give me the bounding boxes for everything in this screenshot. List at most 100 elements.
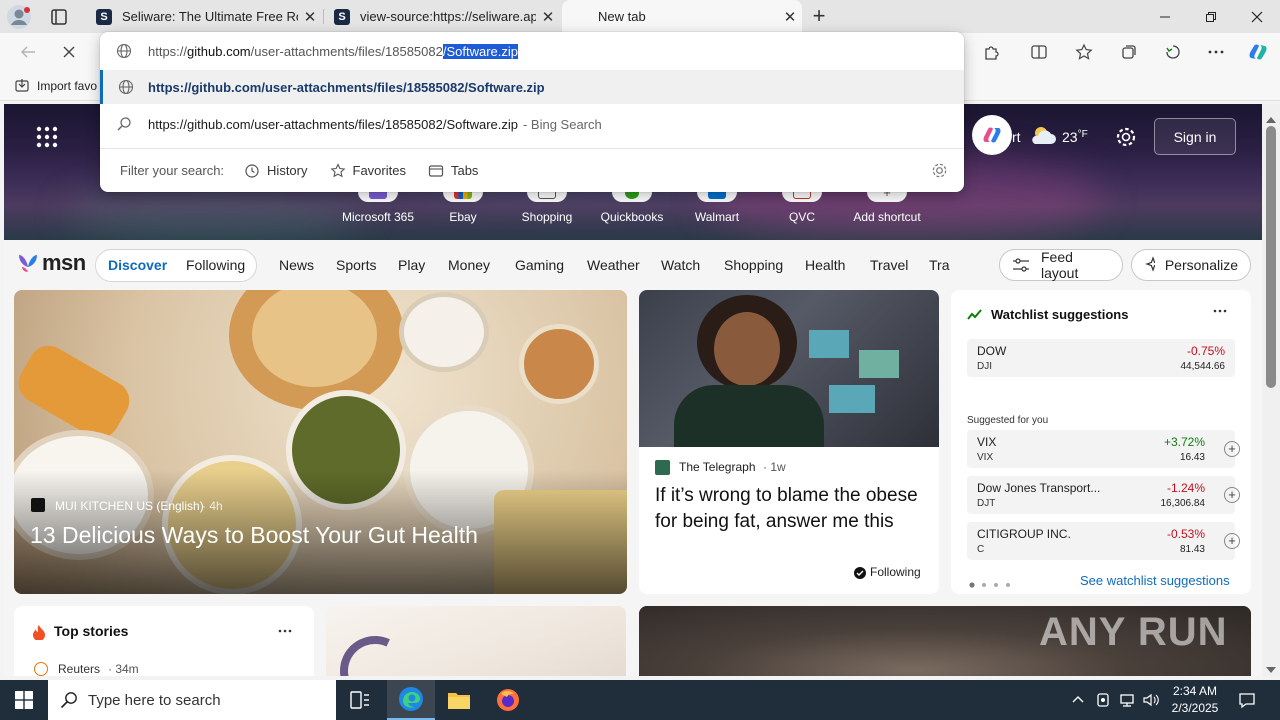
- stop-loading-icon[interactable]: [58, 41, 80, 63]
- restore-icon[interactable]: [1188, 0, 1234, 33]
- address-input[interactable]: https://github.com/user-attachments/file…: [148, 43, 519, 59]
- weather-location[interactable]: rt: [1012, 129, 1021, 145]
- article-source[interactable]: MUI KITCHEN US (English): [55, 499, 204, 513]
- suggestion-search[interactable]: https://github.com/user-attachments/file…: [100, 106, 964, 142]
- nav-money[interactable]: Money: [448, 257, 490, 273]
- chevron-up-icon[interactable]: [1071, 692, 1085, 711]
- nav-gaming[interactable]: Gaming: [515, 257, 564, 273]
- tab-actions-icon[interactable]: [48, 6, 74, 28]
- edge-taskbar-icon[interactable]: [387, 680, 435, 720]
- close-tab-icon[interactable]: ✕: [298, 8, 322, 26]
- close-tab-icon[interactable]: ✕: [778, 8, 802, 26]
- back-icon[interactable]: [17, 41, 39, 63]
- watchlist-row[interactable]: DOW DJI -0.75% 44,544.66: [967, 339, 1235, 377]
- sign-in-button[interactable]: Sign in: [1154, 118, 1236, 155]
- watchlist-suggestion-row[interactable]: Dow Jones Transport... DJT -1.24% 16,306…: [967, 476, 1240, 514]
- article-headline[interactable]: If it’s wrong to blame the obese for bei…: [655, 483, 925, 535]
- collections-icon[interactable]: [1118, 41, 1140, 63]
- nav-weather[interactable]: Weather: [587, 257, 640, 273]
- close-window-icon[interactable]: [1234, 0, 1280, 33]
- following-label[interactable]: Following: [870, 565, 921, 579]
- add-to-watchlist-icon[interactable]: +: [1224, 487, 1240, 503]
- side-article-card[interactable]: The Telegraph · 1w If it’s wrong to blam…: [639, 290, 939, 594]
- settings-gear-icon[interactable]: [1115, 126, 1137, 153]
- extensions-icon[interactable]: [980, 41, 1002, 63]
- video-card[interactable]: ANY RUN: [639, 606, 1251, 676]
- nav-watch[interactable]: Watch: [661, 257, 700, 273]
- story-source[interactable]: Reuters: [58, 662, 100, 676]
- nav-health[interactable]: Health: [805, 257, 845, 273]
- filter-history[interactable]: History: [244, 163, 308, 179]
- firefox-icon[interactable]: [484, 680, 532, 720]
- split-screen-icon[interactable]: [1028, 41, 1050, 63]
- scrollbar-thumb[interactable]: [1266, 126, 1276, 388]
- top-stories-card: Top stories Reuters · 34m: [14, 606, 314, 676]
- watchlist-suggestion-row[interactable]: CITIGROUP INC. C -0.53% 81.43 +: [967, 522, 1240, 560]
- filter-favorites[interactable]: Favorites: [330, 162, 406, 179]
- copilot-icon[interactable]: [1246, 40, 1270, 64]
- new-tab-icon[interactable]: +: [807, 3, 831, 29]
- suggestion-url[interactable]: https://github.com/user-attachments/file…: [100, 70, 964, 104]
- personalize-button[interactable]: Personalize: [1131, 249, 1251, 281]
- tab-view-source[interactable]: S view-source:https://seliware.app ✕: [324, 0, 560, 33]
- notification-icon[interactable]: [1238, 691, 1256, 714]
- profile-avatar[interactable]: [6, 4, 32, 30]
- browser-essentials-icon[interactable]: [1162, 41, 1184, 63]
- tab-new-tab[interactable]: New tab ✕: [562, 0, 802, 33]
- add-to-watchlist-icon[interactable]: +: [1224, 533, 1240, 549]
- tab-following[interactable]: Following: [186, 257, 245, 273]
- favorites-star-icon[interactable]: [1073, 41, 1095, 63]
- taskbar-clock[interactable]: 2:34 AM 2/3/2025: [1168, 683, 1222, 717]
- windows-start-icon[interactable]: [0, 680, 48, 720]
- close-tab-icon[interactable]: ✕: [536, 8, 560, 26]
- filter-history-label: History: [267, 163, 308, 178]
- nav-truncated[interactable]: Tra: [929, 257, 950, 273]
- nav-sports[interactable]: Sports: [336, 257, 376, 273]
- settings-gear-icon[interactable]: [931, 162, 948, 182]
- article-source[interactable]: The Telegraph: [679, 460, 756, 474]
- nav-news[interactable]: News: [279, 257, 314, 273]
- article-card[interactable]: [326, 606, 626, 676]
- watchlist-suggestion-row[interactable]: VIX VIX +3.72% 16.43 +: [967, 430, 1240, 468]
- more-options-icon[interactable]: [278, 624, 292, 643]
- volume-icon[interactable]: [1142, 692, 1160, 713]
- copilot-hero-icon[interactable]: [972, 115, 1012, 155]
- minimize-icon[interactable]: [1142, 0, 1188, 33]
- story-age: · 34m: [108, 662, 139, 676]
- tab-seliware[interactable]: S Seliware: The Ultimate Free Roblox ✕: [86, 0, 322, 33]
- article-headline[interactable]: 13 Delicious Ways to Boost Your Gut Heal…: [30, 522, 478, 549]
- feed-layout-button[interactable]: Feed layout: [999, 249, 1123, 281]
- shortcut-label: QVC: [788, 210, 815, 224]
- address-bar[interactable]: https://github.com/user-attachments/file…: [100, 32, 964, 70]
- network-device-icon[interactable]: [1096, 692, 1110, 713]
- file-explorer-icon[interactable]: [435, 680, 483, 720]
- apps-grid-icon[interactable]: [36, 126, 58, 153]
- more-options-icon[interactable]: [1213, 304, 1227, 323]
- nav-travel[interactable]: Travel: [870, 257, 908, 273]
- see-watchlist-link[interactable]: See watchlist suggestions: [1080, 573, 1230, 588]
- msn-logo[interactable]: msn: [16, 250, 86, 276]
- import-favorites-icon[interactable]: [14, 78, 30, 97]
- import-favorites-link[interactable]: Import favo: [37, 79, 97, 93]
- add-to-watchlist-icon[interactable]: +: [1224, 441, 1240, 457]
- nav-shopping[interactable]: Shopping: [724, 257, 783, 273]
- featured-article-card[interactable]: MUI KITCHEN US (English) · 4h 13 Delicio…: [14, 290, 627, 594]
- pagination-dots[interactable]: [969, 575, 1015, 593]
- tab-discover[interactable]: Discover: [108, 257, 167, 273]
- tab-title: New tab: [598, 9, 646, 24]
- scroll-down-icon[interactable]: [1266, 660, 1276, 678]
- star-icon: [330, 162, 345, 177]
- filter-tabs[interactable]: Tabs: [428, 163, 478, 179]
- address-bar-dropdown: https://github.com/user-attachments/file…: [100, 32, 964, 192]
- flame-icon: [32, 624, 46, 645]
- shortcut-label: Quickbooks: [600, 210, 664, 224]
- taskbar-search-box[interactable]: Type here to search: [48, 680, 336, 720]
- url-selected-text: /Software.zip: [442, 43, 519, 59]
- watchlist-card: Watchlist suggestions DOW DJI -0.75% 44,…: [951, 290, 1251, 594]
- vertical-scrollbar[interactable]: [1262, 104, 1280, 676]
- network-icon[interactable]: [1118, 692, 1136, 713]
- task-view-icon[interactable]: [337, 680, 383, 720]
- nav-play[interactable]: Play: [398, 257, 425, 273]
- more-menu-icon[interactable]: [1205, 41, 1227, 63]
- weather-temperature[interactable]: 23°F: [1062, 129, 1088, 145]
